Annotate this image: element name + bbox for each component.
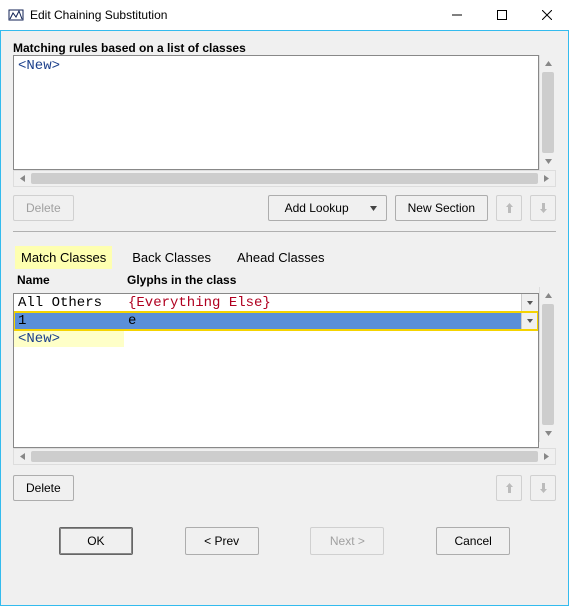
cancel-button[interactable]: Cancel: [436, 527, 510, 555]
cell-glyphs[interactable]: {Everything Else}: [124, 295, 521, 311]
scroll-right-icon[interactable]: [538, 449, 555, 464]
cell-name[interactable]: 1: [14, 313, 124, 329]
ok-button[interactable]: OK: [59, 527, 133, 555]
cell-name[interactable]: All Others: [14, 295, 124, 311]
delete-rule-button[interactable]: Delete: [13, 195, 74, 221]
scroll-thumb[interactable]: [31, 173, 538, 184]
scroll-right-icon[interactable]: [538, 171, 555, 186]
dialog-footer: OK < Prev Next > Cancel: [13, 527, 556, 555]
tab-back-classes[interactable]: Back Classes: [126, 246, 217, 269]
scroll-down-icon[interactable]: [540, 425, 556, 442]
rules-new-item[interactable]: <New>: [14, 56, 538, 76]
scroll-thumb[interactable]: [542, 304, 554, 425]
new-section-button[interactable]: New Section: [395, 195, 488, 221]
tab-match-classes[interactable]: Match Classes: [15, 246, 112, 269]
add-lookup-label: Add Lookup: [285, 201, 349, 215]
scroll-down-icon[interactable]: [540, 153, 556, 170]
app-icon: [8, 7, 24, 23]
table-row[interactable]: All Others {Everything Else}: [14, 294, 538, 312]
row-dropdown-icon[interactable]: [521, 312, 538, 330]
window-title: Edit Chaining Substitution: [30, 8, 167, 22]
class-toolbar: Delete: [13, 475, 556, 501]
rules-toolbar: Delete Add Lookup New Section: [13, 195, 556, 221]
table-row-selected[interactable]: 1 e: [14, 312, 538, 330]
class-table[interactable]: All Others {Everything Else} 1 e <New>: [13, 293, 539, 448]
divider: [13, 231, 556, 232]
cell-glyphs[interactable]: e: [124, 313, 521, 329]
scroll-up-icon[interactable]: [540, 287, 556, 304]
scroll-left-icon[interactable]: [14, 449, 31, 464]
tab-ahead-classes[interactable]: Ahead Classes: [231, 246, 330, 269]
rules-scrollbar-horizontal[interactable]: [13, 170, 556, 187]
maximize-button[interactable]: [479, 0, 524, 30]
move-class-down-button[interactable]: [530, 475, 556, 501]
move-up-button[interactable]: [496, 195, 522, 221]
client-area: Matching rules based on a list of classe…: [0, 30, 569, 606]
column-header-glyphs: Glyphs in the class: [123, 273, 556, 287]
class-scrollbar-horizontal[interactable]: [13, 448, 556, 465]
cell-new[interactable]: <New>: [14, 331, 124, 347]
window-controls: [434, 0, 569, 30]
chevron-down-icon: [369, 204, 378, 213]
class-scrollbar-vertical[interactable]: [539, 287, 556, 442]
prev-button[interactable]: < Prev: [185, 527, 259, 555]
close-button[interactable]: [524, 0, 569, 30]
class-tabs: Match Classes Back Classes Ahead Classes: [13, 242, 556, 273]
row-dropdown-icon[interactable]: [521, 294, 538, 312]
scroll-thumb[interactable]: [542, 72, 554, 153]
titlebar: Edit Chaining Substitution: [0, 0, 569, 30]
table-row-new[interactable]: <New>: [14, 330, 538, 348]
rules-label: Matching rules based on a list of classe…: [13, 41, 556, 55]
scroll-left-icon[interactable]: [14, 171, 31, 186]
move-class-up-button[interactable]: [496, 475, 522, 501]
scroll-thumb[interactable]: [31, 451, 538, 462]
class-table-header: Name Glyphs in the class: [13, 273, 556, 287]
move-down-button[interactable]: [530, 195, 556, 221]
column-header-name: Name: [13, 273, 123, 287]
rules-listbox[interactable]: <New>: [13, 55, 539, 170]
scroll-up-icon[interactable]: [540, 55, 556, 72]
minimize-button[interactable]: [434, 0, 479, 30]
add-lookup-dropdown[interactable]: Add Lookup: [268, 195, 387, 221]
next-button[interactable]: Next >: [310, 527, 384, 555]
rules-scrollbar-vertical[interactable]: [539, 55, 556, 170]
class-table-body: All Others {Everything Else} 1 e <New>: [14, 294, 538, 348]
delete-class-button[interactable]: Delete: [13, 475, 74, 501]
